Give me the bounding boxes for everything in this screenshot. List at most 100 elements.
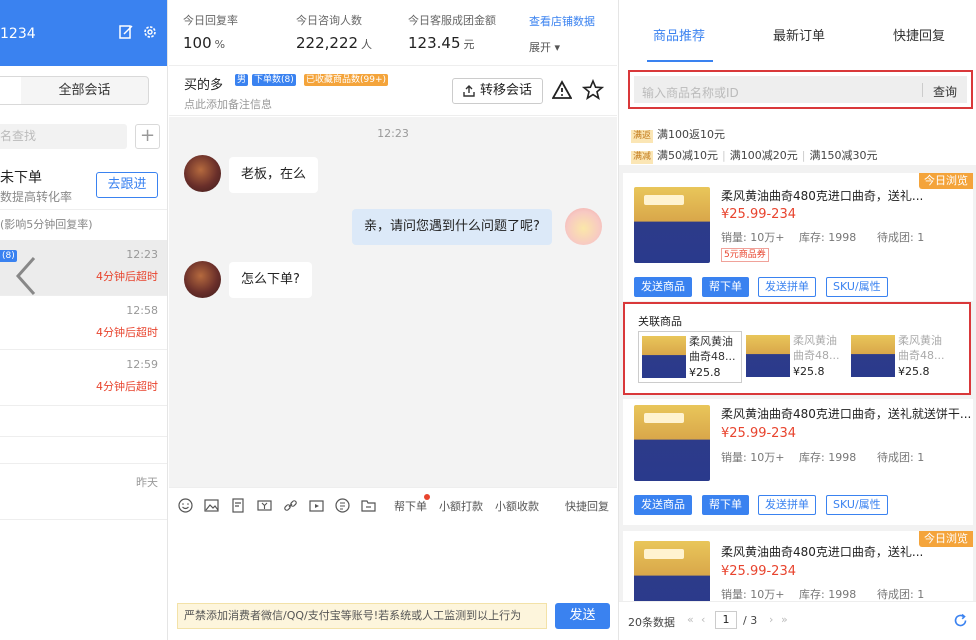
pagination: 20条数据 « ‹ 1 / 3 › » bbox=[619, 601, 976, 640]
tab-latest-orders[interactable]: 最新订单 bbox=[773, 25, 825, 44]
conversation-item[interactable]: 昨天 bbox=[0, 464, 167, 520]
conversation-filter[interactable]: 全部会话 bbox=[0, 76, 149, 105]
place-order-button[interactable]: 帮下单 bbox=[702, 495, 749, 515]
star-icon[interactable] bbox=[582, 79, 604, 101]
unordered-summary: 未下单 数提高转化率 去跟进 bbox=[0, 160, 167, 210]
filter-option-all[interactable]: 全部会话 bbox=[21, 77, 148, 104]
video-icon[interactable] bbox=[309, 498, 324, 513]
panel-tabs: 商品推荐 最新订单 快捷回复 bbox=[619, 0, 976, 66]
small-payment-tool[interactable]: 小额打款 bbox=[439, 498, 483, 514]
conversation-time: 12:59 bbox=[126, 358, 158, 371]
reply-rate-hint: (影响5分钟回复率) bbox=[0, 218, 93, 231]
conversation-item[interactable]: 12:59 4分钟后超时 bbox=[0, 350, 167, 406]
promo-return: 满返 满100返10元 bbox=[631, 128, 726, 143]
send-product-button[interactable]: 发送商品 bbox=[634, 495, 692, 515]
chat-header: 买的多 男 下单数(8) 已收藏商品数(99+) 点此添加备注信息 转移会话 bbox=[169, 66, 617, 116]
related-product-item[interactable]: 柔风黄油曲奇48... ¥25.8 bbox=[638, 331, 742, 383]
tab-product-recommend[interactable]: 商品推荐 bbox=[653, 25, 705, 44]
message-timestamp: 12:23 bbox=[377, 127, 409, 140]
stat-consult-count: 今日咨询人数 222,222 人 bbox=[296, 12, 372, 52]
agent-avatar bbox=[565, 208, 602, 245]
conversation-search-input[interactable]: 名查找 bbox=[0, 124, 127, 149]
product-card[interactable]: 柔风黄油曲奇480克进口曲奇，送礼就送饼干... ¥25.99-234 销量: … bbox=[623, 399, 973, 525]
related-price: ¥25.8 bbox=[898, 365, 930, 378]
related-thumbnail bbox=[851, 335, 895, 377]
coupon-icon[interactable] bbox=[257, 498, 272, 513]
product-card[interactable]: 今日浏览 柔风黄油曲奇480克进口曲奇，送礼... ¥25.99-234 销量:… bbox=[623, 531, 973, 601]
add-button[interactable]: + bbox=[135, 124, 160, 149]
transfer-conversation-button[interactable]: 转移会话 bbox=[452, 78, 543, 104]
promo-tag: 满返 bbox=[631, 130, 654, 143]
product-price: ¥25.99-234 bbox=[721, 426, 796, 441]
related-name: 柔风黄油曲奇48... bbox=[898, 334, 945, 362]
tab-quick-reply[interactable]: 快捷回复 bbox=[893, 25, 945, 44]
document-icon[interactable] bbox=[231, 498, 246, 513]
refresh-icon[interactable] bbox=[953, 613, 968, 628]
next-page-icon[interactable]: › bbox=[769, 613, 773, 626]
sku-attributes-button[interactable]: SKU/属性 bbox=[826, 277, 888, 297]
search-divider bbox=[922, 83, 923, 97]
quick-reply-tool[interactable]: 快捷回复 bbox=[565, 498, 609, 514]
message-bubble-self: 亲，请问您遇到什么问题了呢? bbox=[352, 209, 552, 245]
related-product-item[interactable]: 柔风黄油曲奇48... ¥25.8 bbox=[743, 331, 847, 383]
product-sales: 销量: 10万+ bbox=[721, 451, 785, 464]
small-collect-tool[interactable]: 小额收款 bbox=[495, 498, 539, 514]
search-placeholder: 输入商品名称或ID bbox=[642, 86, 739, 100]
add-note-link[interactable]: 点此添加备注信息 bbox=[184, 96, 272, 112]
sidebar-header: 1234 bbox=[0, 0, 167, 66]
send-button[interactable]: 发送 bbox=[555, 603, 610, 629]
favorites-tag: 已收藏商品数(99+) bbox=[304, 74, 389, 86]
emoji-icon[interactable] bbox=[178, 498, 193, 513]
folder-icon[interactable] bbox=[361, 498, 376, 513]
send-group-button[interactable]: 发送拼单 bbox=[758, 277, 816, 297]
related-product-item[interactable]: 柔风黄油曲奇48... ¥25.8 bbox=[848, 331, 952, 383]
warning-icon[interactable] bbox=[552, 80, 572, 100]
product-card[interactable]: 今日浏览 柔风黄油曲奇480克进口曲奇，送礼... ¥25.99-234 销量:… bbox=[623, 173, 973, 301]
related-thumbnail bbox=[642, 336, 686, 378]
policy-warning: 严禁添加消费者微信/QQ/支付宝等账号!若系统或人工监测到以上行为 bbox=[177, 603, 547, 629]
send-group-button[interactable]: 发送拼单 bbox=[758, 495, 816, 515]
active-tab-indicator bbox=[647, 60, 713, 62]
stat-label: 今日回复率 bbox=[183, 14, 238, 27]
product-thumbnail bbox=[634, 541, 710, 601]
today-viewed-badge: 今日浏览 bbox=[919, 531, 973, 547]
prev-page-icon[interactable]: ‹ bbox=[701, 613, 705, 626]
product-price: ¥25.99-234 bbox=[721, 564, 796, 579]
view-shop-data-link[interactable]: 查看店铺数据 bbox=[529, 13, 595, 29]
link-icon[interactable] bbox=[283, 498, 298, 513]
place-order-button[interactable]: 帮下单 bbox=[702, 277, 749, 297]
account-id: 1234 bbox=[0, 26, 36, 42]
conversation-item[interactable]: 12:58 4分钟后超时 bbox=[0, 296, 167, 350]
stat-value: 123.45 元 bbox=[408, 34, 475, 52]
related-title: 关联商品 bbox=[638, 315, 682, 328]
notification-dot bbox=[424, 494, 430, 500]
chevron-left-icon[interactable] bbox=[14, 256, 38, 296]
unordered-title: 未下单 bbox=[0, 170, 42, 186]
order-icon[interactable] bbox=[335, 498, 350, 513]
message-input-area[interactable]: 严禁添加消费者微信/QQ/支付宝等账号!若系统或人工监测到以上行为 发送 bbox=[169, 521, 617, 640]
product-sales: 销量: 10万+ bbox=[721, 231, 785, 244]
last-page-icon[interactable]: » bbox=[781, 613, 788, 626]
gear-icon[interactable] bbox=[142, 24, 158, 40]
record-count: 20条数据 bbox=[628, 616, 675, 629]
search-button[interactable]: 查询 bbox=[933, 83, 957, 100]
filter-option-current[interactable] bbox=[0, 77, 21, 104]
related-name: 柔风黄油曲奇48... bbox=[689, 335, 736, 363]
timeout-status: 4分钟后超时 bbox=[96, 326, 158, 339]
buyer-name: 买的多 bbox=[184, 78, 224, 93]
product-groups: 待成团: 1 bbox=[877, 451, 925, 464]
first-page-icon[interactable]: « bbox=[687, 613, 694, 626]
product-search-input[interactable]: 输入商品名称或ID 查询 bbox=[634, 76, 967, 103]
send-product-button[interactable]: 发送商品 bbox=[634, 277, 692, 297]
place-order-tool[interactable]: 帮下单 bbox=[394, 498, 427, 514]
sku-attributes-button[interactable]: SKU/属性 bbox=[826, 495, 888, 515]
edit-icon[interactable] bbox=[118, 24, 134, 40]
stat-value: 100% bbox=[183, 34, 226, 52]
expand-toggle[interactable]: 展开 ▾ bbox=[529, 39, 560, 55]
product-name: 柔风黄油曲奇480克进口曲奇，送礼就送饼干... bbox=[721, 407, 972, 421]
page-input[interactable]: 1 bbox=[715, 611, 737, 629]
buyer-avatar bbox=[184, 261, 221, 298]
follow-up-button[interactable]: 去跟进 bbox=[96, 172, 158, 198]
image-icon[interactable] bbox=[204, 498, 219, 513]
product-stock: 库存: 1998 bbox=[799, 451, 857, 464]
